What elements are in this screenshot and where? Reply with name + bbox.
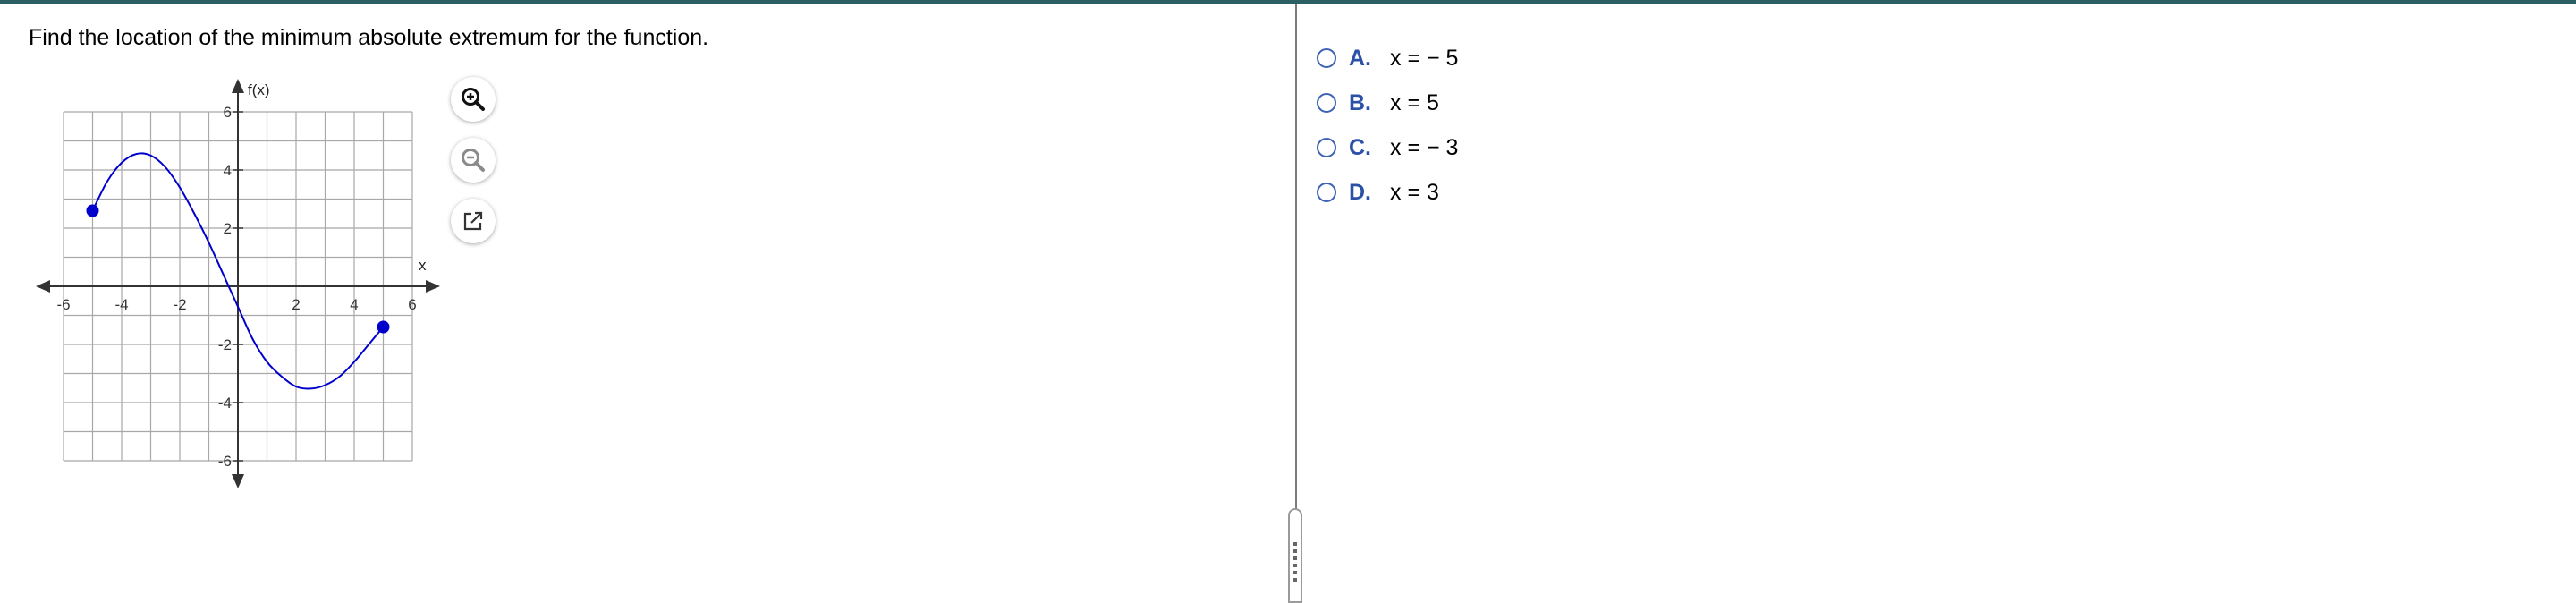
question-text: Find the location of the minimum absolut… xyxy=(29,25,709,50)
radio-c[interactable] xyxy=(1317,138,1336,157)
choice-c-letter: C. xyxy=(1349,134,1371,160)
answer-choices: A. x = − 5 B. x = 5 C. x = − 3 D. x = 3 xyxy=(1317,36,1458,215)
x-axis-label: x xyxy=(419,257,427,274)
popout-button[interactable] xyxy=(451,199,496,243)
radio-b[interactable] xyxy=(1317,93,1336,113)
question-pane: Find the location of the minimum absolut… xyxy=(0,4,1295,603)
function-graph: -6 -4 -2 2 4 6 6 4 2 -2 -4 -6 f(x) x xyxy=(32,75,453,496)
y-tick-label: -4 xyxy=(218,395,232,412)
choice-a-text: x = − 5 xyxy=(1390,45,1459,71)
y-tick-label: -2 xyxy=(218,336,232,353)
choice-b-letter: B. xyxy=(1349,89,1371,115)
x-tick-label: -2 xyxy=(173,296,186,313)
y-axis-down-arrow xyxy=(232,474,244,488)
choice-d[interactable]: D. x = 3 xyxy=(1317,170,1458,215)
choice-b-text: x = 5 xyxy=(1390,89,1439,115)
choice-b[interactable]: B. x = 5 xyxy=(1317,81,1458,125)
endpoint-dot xyxy=(86,204,99,217)
endpoint-dot xyxy=(377,320,390,334)
x-tick-label: 6 xyxy=(408,296,416,313)
y-tick-label: 4 xyxy=(224,162,232,179)
x-tick-label: 2 xyxy=(292,296,300,313)
y-tick-label: -6 xyxy=(218,453,232,470)
choice-c[interactable]: C. x = − 3 xyxy=(1317,125,1458,170)
x-axis-right-arrow xyxy=(426,280,440,293)
axes xyxy=(36,79,440,488)
x-tick-label: -6 xyxy=(56,296,70,313)
x-axis-left-arrow xyxy=(36,280,50,293)
choice-d-text: x = 3 xyxy=(1390,179,1439,205)
y-tick-label: 2 xyxy=(224,220,232,237)
radio-d[interactable] xyxy=(1317,183,1336,202)
zoom-in-icon xyxy=(462,88,485,111)
zoom-out-button[interactable] xyxy=(451,138,496,183)
y-tick-label: 6 xyxy=(224,104,232,121)
radio-a[interactable] xyxy=(1317,48,1336,68)
choice-a[interactable]: A. x = − 5 xyxy=(1317,36,1458,81)
choice-d-letter: D. xyxy=(1349,179,1371,205)
x-tick-label: 4 xyxy=(350,296,358,313)
graph-svg: -6 -4 -2 2 4 6 6 4 2 -2 -4 -6 f(x) x xyxy=(36,79,440,488)
drag-handle-icon xyxy=(1293,542,1297,585)
y-axis-label: f(x) xyxy=(248,81,270,98)
pane-resize-handle[interactable] xyxy=(1288,508,1302,603)
popout-icon xyxy=(463,211,483,231)
choice-a-letter: A. xyxy=(1349,45,1371,71)
zoom-in-button[interactable] xyxy=(451,77,496,122)
x-tick-label: -4 xyxy=(114,296,128,313)
y-axis-up-arrow xyxy=(232,79,244,93)
zoom-out-icon xyxy=(462,149,485,172)
choice-c-text: x = − 3 xyxy=(1390,134,1459,160)
